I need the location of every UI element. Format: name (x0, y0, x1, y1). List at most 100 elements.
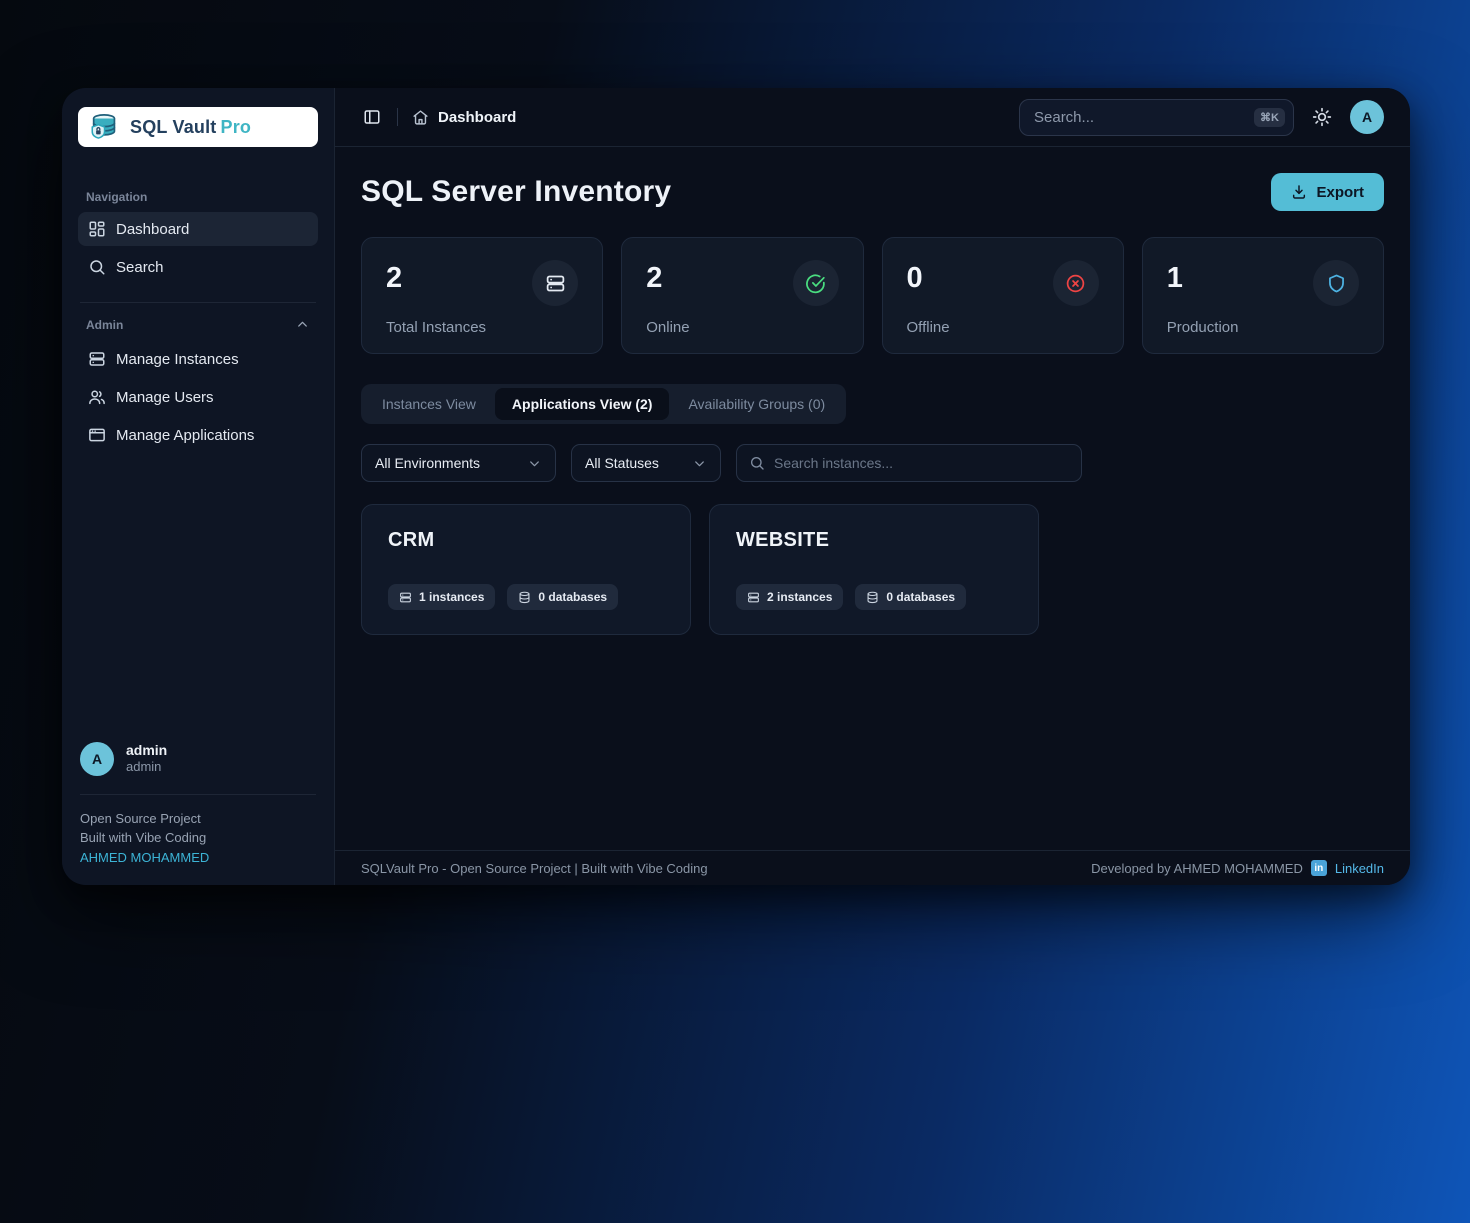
databases-badge: 0 databases (855, 584, 967, 610)
server-icon (400, 592, 411, 602)
brand-suffix: Pro (220, 116, 252, 137)
global-search-input[interactable] (1034, 108, 1255, 126)
application-card-website[interactable]: WEBSITE 2 instances 0 databases (709, 504, 1039, 635)
search-shortcut-kbd: ⌘K (1254, 107, 1285, 127)
sun-icon (1312, 107, 1332, 127)
admin-section-toggle[interactable]: Admin (86, 317, 310, 332)
main-footer: SQLVault Pro - Open Source Project | Bui… (335, 850, 1410, 885)
top-bar: Dashboard ⌘K A (335, 88, 1410, 147)
database-icon (867, 591, 878, 603)
dashboard-grid-icon (89, 221, 105, 237)
search-icon (90, 260, 105, 275)
stat-value: 0 (906, 262, 923, 294)
instance-search[interactable] (736, 444, 1082, 482)
sidebar-item-search[interactable]: Search (78, 250, 318, 284)
sidebar-item-label: Manage Users (116, 388, 214, 406)
panel-left-icon (364, 110, 380, 124)
stat-card-total-instances: 2 Total Instances (361, 237, 604, 354)
sidebar-toggle-button[interactable] (361, 106, 383, 128)
status-filter-select[interactable]: All Statuses (571, 444, 721, 482)
application-card-crm[interactable]: CRM 1 instances 0 databases (361, 504, 691, 635)
stat-card-production: 1 Production (1141, 237, 1384, 354)
app-window: SQL Vault Pro Navigation Dashboard Search… (62, 88, 1410, 885)
sidebar-item-manage-instances[interactable]: Manage Instances (78, 342, 318, 376)
nav-section-label: Navigation (86, 190, 148, 204)
instance-search-input[interactable] (774, 455, 1069, 471)
brand-name: SQL Vault Pro (130, 116, 252, 137)
page-title: SQL Server Inventory (361, 175, 672, 208)
sidebar-divider (80, 302, 316, 303)
stats-row: 2 Total Instances 2 Online 0 Offline 1 P… (361, 237, 1384, 354)
stat-label: Production (1166, 319, 1239, 336)
users-icon (89, 390, 105, 405)
server-icon (546, 275, 564, 291)
view-tabs: Instances View Applications View (2) Ava… (361, 384, 847, 424)
brand-logo[interactable]: SQL Vault Pro (78, 107, 318, 147)
sidebar-item-label: Manage Applications (116, 426, 255, 444)
sidebar-item-label: Manage Instances (116, 350, 239, 368)
header-avatar[interactable]: A (1350, 100, 1384, 134)
header-divider (397, 108, 398, 126)
application-cards: CRM 1 instances 0 databases WEBSITE 2 in… (361, 504, 1384, 635)
environment-filter-value: All Environments (375, 455, 481, 471)
download-icon (1293, 185, 1306, 199)
chevron-down-icon (530, 460, 539, 466)
tab-applications-view[interactable]: Applications View (2) (494, 388, 670, 420)
tab-instances-view[interactable]: Instances View (365, 388, 493, 420)
status-filter-value: All Statuses (585, 455, 659, 471)
environment-filter-select[interactable]: All Environments (361, 444, 556, 482)
sidebar-item-label: Search (116, 258, 164, 276)
application-name: WEBSITE (736, 529, 830, 551)
stat-card-offline: 0 Offline (881, 237, 1124, 354)
databases-badge: 0 databases (507, 584, 619, 610)
stat-label: Total Instances (386, 319, 487, 336)
breadcrumb-label: Dashboard (438, 108, 517, 126)
sidebar-footer: Open Source Project Built with Vibe Codi… (78, 809, 318, 868)
user-avatar: A (80, 741, 114, 776)
linkedin-icon[interactable]: in (1310, 860, 1327, 876)
sidebar-footer-divider (80, 793, 316, 795)
linkedin-link[interactable]: LinkedIn (1335, 861, 1384, 876)
chevron-down-icon (695, 460, 704, 466)
search-icon (751, 456, 764, 470)
sidebar-footer-line2: Built with Vibe Coding (80, 830, 207, 845)
sidebar-user[interactable]: A admin admin (78, 741, 318, 776)
stat-value: 1 (1166, 262, 1183, 294)
stat-label: Online (646, 319, 690, 336)
sidebar-item-dashboard[interactable]: Dashboard (78, 212, 318, 246)
databases-badge-label: 0 databases (538, 590, 608, 604)
stat-value: 2 (646, 262, 663, 294)
admin-section-label: Admin (86, 317, 124, 332)
main-column: Dashboard ⌘K A SQL Server Inventory Expo… (335, 88, 1410, 885)
breadcrumb[interactable]: Dashboard (412, 109, 516, 126)
sidebar-item-manage-applications[interactable]: Manage Applications (78, 418, 318, 452)
global-search[interactable]: ⌘K (1019, 98, 1294, 136)
instances-badge-label: 2 instances (767, 590, 833, 604)
server-icon (89, 352, 105, 366)
instances-badge: 2 instances (736, 584, 844, 610)
sidebar-item-label: Dashboard (116, 220, 190, 238)
footer-left-text: SQLVault Pro - Open Source Project | Bui… (361, 860, 708, 876)
stat-label: Offline (906, 319, 950, 336)
chevron-up-icon (298, 321, 307, 327)
footer-developed-by: Developed by AHMED MOHAMMED (1091, 860, 1303, 876)
sidebar-item-manage-users[interactable]: Manage Users (78, 380, 318, 414)
stat-value: 2 (386, 262, 403, 294)
database-shield-logo-icon (91, 114, 116, 139)
server-icon (748, 592, 759, 602)
theme-toggle-button[interactable] (1310, 105, 1334, 129)
databases-badge-label: 0 databases (886, 590, 956, 604)
user-role: admin (126, 759, 162, 775)
app-window-icon (89, 428, 105, 442)
application-name: CRM (388, 529, 435, 551)
stat-card-online: 2 Online (621, 237, 864, 354)
instances-badge-label: 1 instances (419, 590, 485, 604)
author-link[interactable]: AHMED MOHAMMED (80, 850, 209, 865)
check-circle-icon (806, 273, 825, 293)
export-button-label: Export (1316, 183, 1364, 201)
tab-availability-groups[interactable]: Availability Groups (0) (671, 388, 842, 420)
export-button[interactable]: Export (1271, 173, 1384, 211)
page-content: SQL Server Inventory Export 2 Total Inst… (335, 147, 1410, 850)
sidebar-footer-line1: Open Source Project (80, 810, 201, 826)
sidebar: SQL Vault Pro Navigation Dashboard Search… (62, 88, 335, 885)
